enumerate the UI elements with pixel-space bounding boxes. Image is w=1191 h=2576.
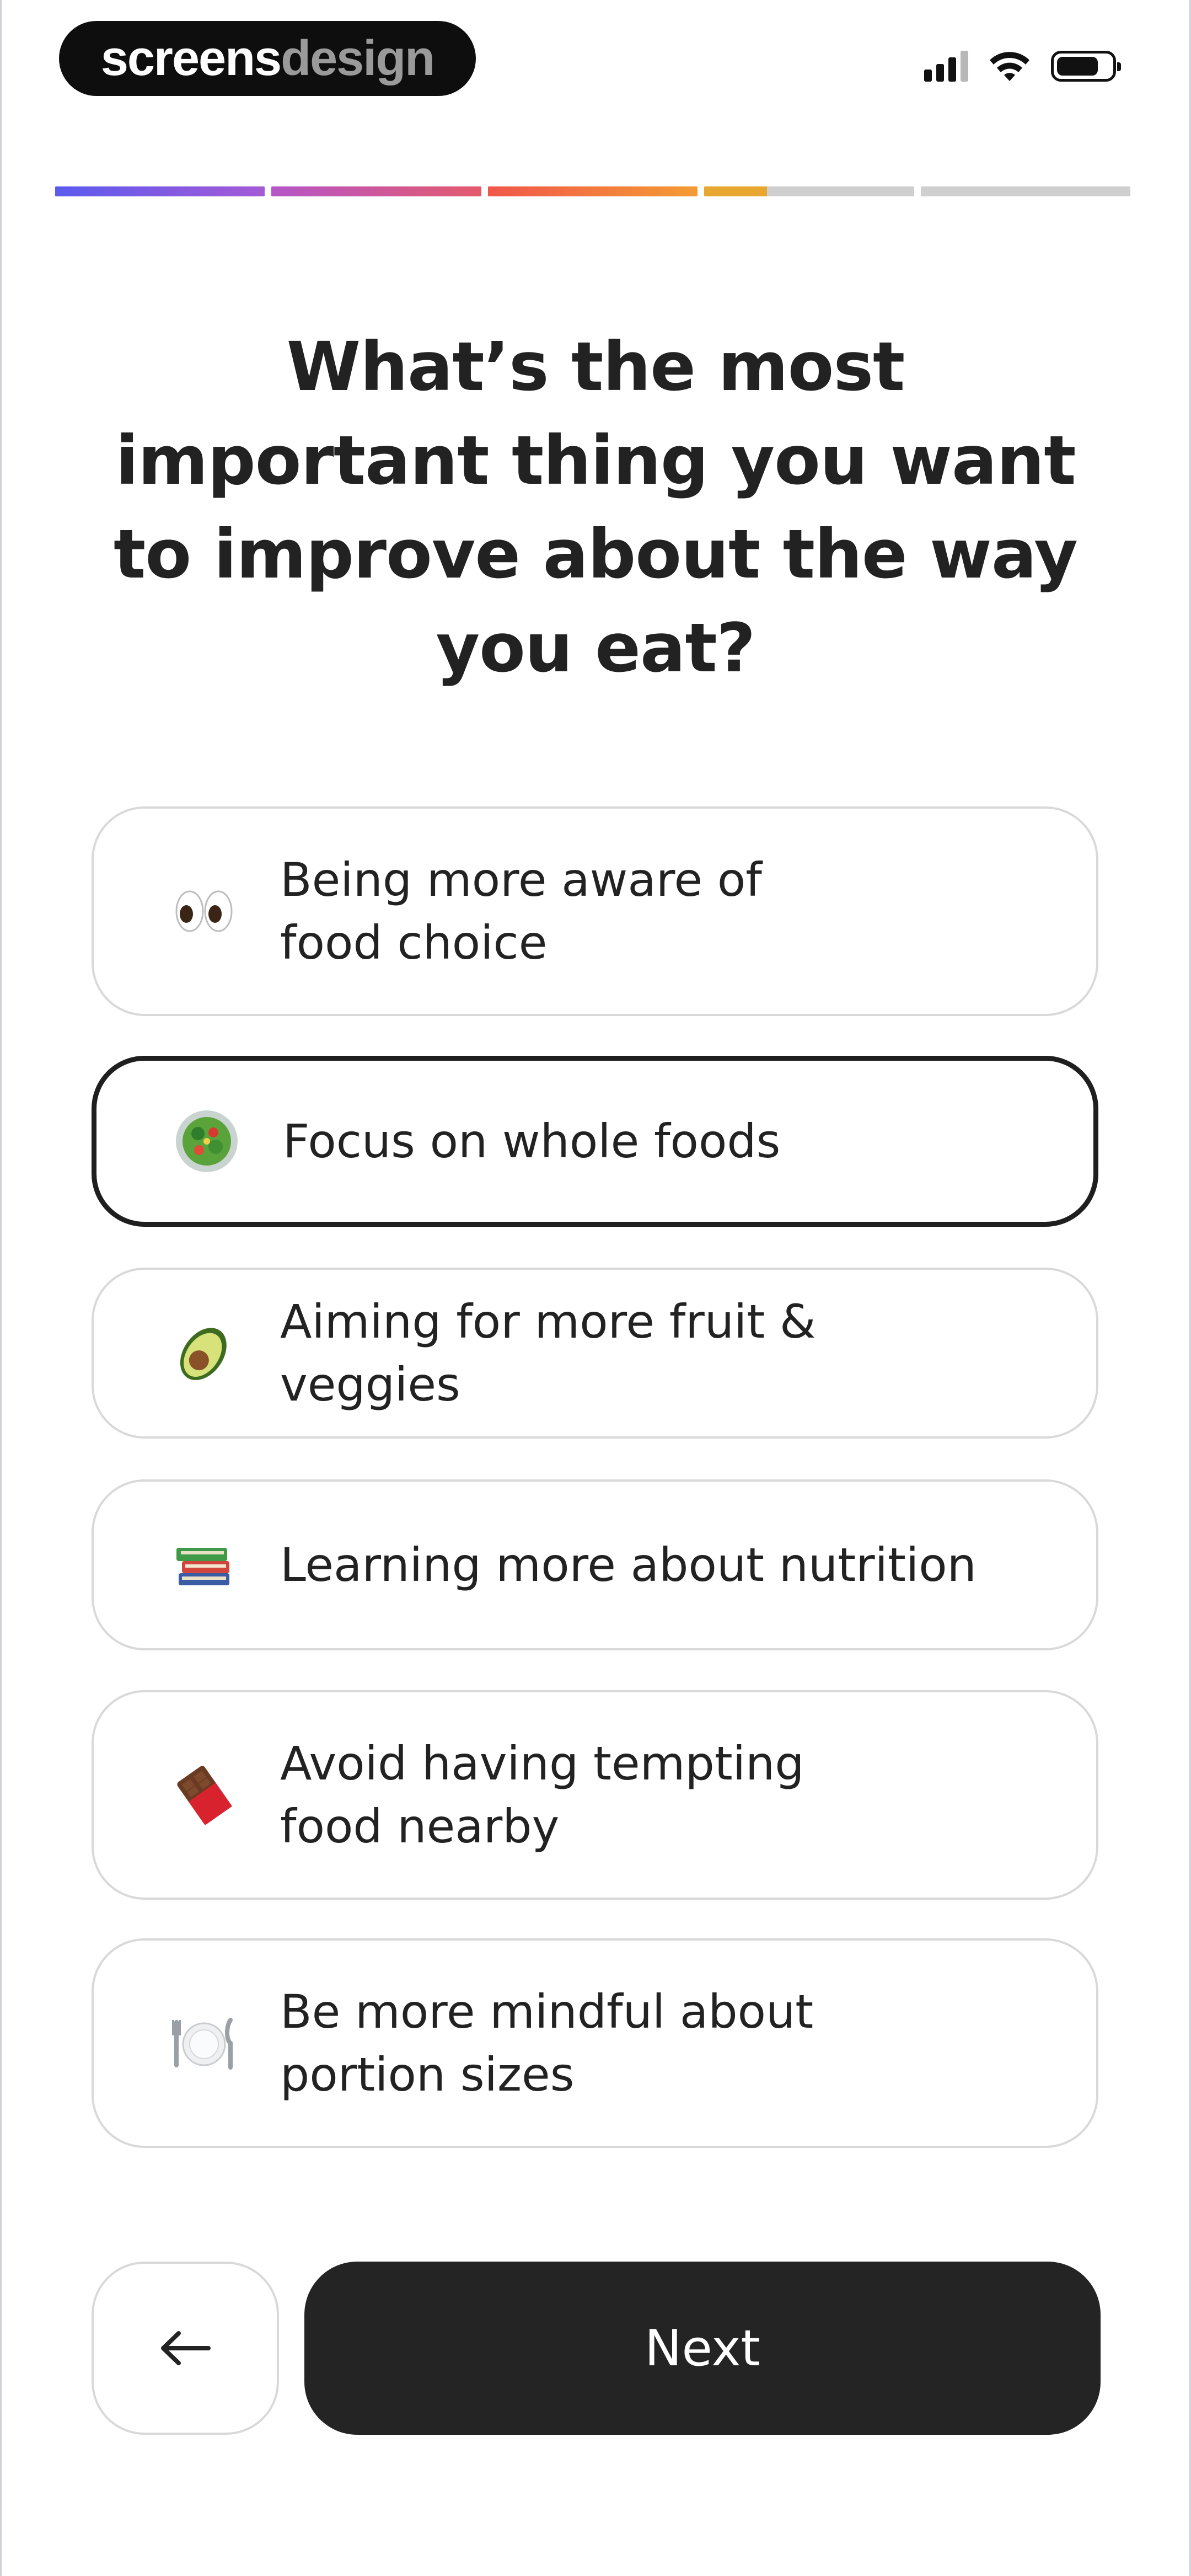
- brand-logo-primary: screens: [100, 30, 282, 86]
- brand-logo-secondary: design: [281, 30, 435, 86]
- progress-segment: [704, 186, 914, 196]
- frame-edge-left: [0, 0, 2, 2576]
- answer-option[interactable]: Learning more about nutrition: [92, 1479, 1098, 1650]
- brand-logo: screens design: [59, 21, 476, 96]
- answer-option-label-line: food nearby: [280, 1799, 560, 1853]
- battery-level-fill: [1057, 57, 1098, 76]
- answer-option-label-line: Learning more about nutrition: [280, 1538, 977, 1592]
- progress-segment: [920, 186, 1131, 196]
- salad-icon: [174, 1108, 240, 1174]
- progress-segment-fill: [487, 186, 698, 196]
- next-button[interactable]: Next: [304, 2262, 1101, 2435]
- answer-option[interactable]: Aiming for more fruit & veggies: [92, 1268, 1098, 1439]
- answer-option-label-line: Aiming for more fruit & veggies: [280, 1295, 816, 1412]
- page-title: What’s the most important thing you want…: [114, 328, 1078, 687]
- answer-option-label: Be more mindful about portion sizes: [280, 1980, 986, 2106]
- answer-option[interactable]: Be more mindful about portion sizes: [92, 1938, 1098, 2148]
- answer-option-label: Being more aware of food choice: [280, 848, 986, 974]
- chocolate-icon: [171, 1762, 237, 1828]
- answer-option[interactable]: Being more aware of food choice: [92, 806, 1098, 1016]
- answer-option-label: Avoid having tempting food nearby: [280, 1732, 986, 1858]
- answer-option-label-line: portion sizes: [280, 2048, 575, 2102]
- cellular-signal-icon: [924, 51, 968, 82]
- status-bar: screens design: [0, 0, 1191, 138]
- progress-segment: [487, 186, 698, 196]
- arrow-left-icon: [161, 2331, 211, 2365]
- back-button[interactable]: [92, 2262, 279, 2435]
- wifi-icon: [990, 52, 1029, 81]
- answer-option[interactable]: Avoid having tempting food nearby: [92, 1690, 1098, 1900]
- status-icons: [924, 46, 1121, 86]
- answer-option-label-line: Be more mindful about: [280, 1985, 814, 2039]
- progress-segment-fill: [271, 186, 481, 196]
- answer-option-label: Aiming for more fruit & veggies: [280, 1290, 986, 1416]
- plate-cutlery-icon: [171, 2010, 237, 2076]
- eyes-icon: [171, 878, 237, 944]
- answer-option-label-line: food choice: [280, 916, 548, 970]
- books-icon: [171, 1532, 237, 1598]
- progress-segment-fill: [704, 186, 768, 196]
- progress-segment: [271, 186, 481, 196]
- answer-option-label-line: Focus on whole foods: [283, 1114, 781, 1168]
- answer-option-label: Learning more about nutrition: [280, 1533, 986, 1596]
- onboarding-progress-bar: [55, 186, 1131, 196]
- answer-option[interactable]: Focus on whole foods: [92, 1056, 1098, 1227]
- progress-segment: [55, 186, 265, 196]
- answer-option-label: Focus on whole foods: [283, 1110, 983, 1173]
- answer-option-label-line: Being more aware of: [280, 853, 762, 907]
- progress-segment-fill: [55, 186, 265, 196]
- avocado-icon: [171, 1320, 237, 1386]
- answer-option-label-line: Avoid having tempting: [280, 1736, 804, 1791]
- battery-icon: [1051, 51, 1121, 82]
